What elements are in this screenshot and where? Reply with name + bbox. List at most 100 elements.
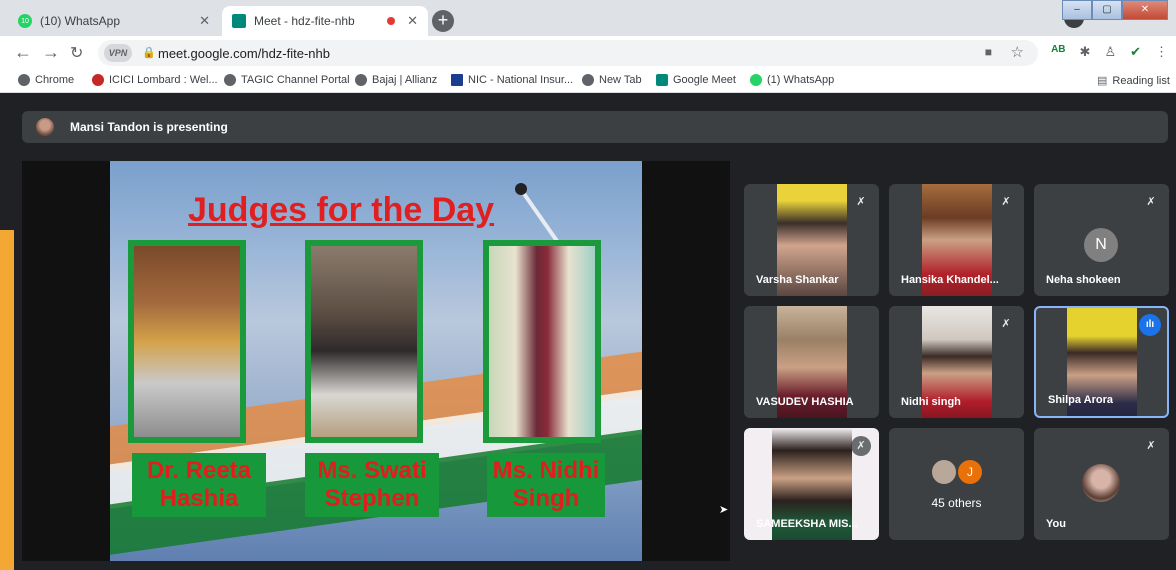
judge-name-label: Ms. Swati Stephen	[305, 453, 439, 517]
participant-tile[interactable]: ✗ Hansika Khandel...	[889, 184, 1024, 296]
participant-name: Hansika Khandel...	[901, 274, 999, 286]
participant-name: VASUDEV HASHIA	[756, 396, 854, 408]
bookmark-item[interactable]: (1) WhatsApp	[750, 74, 834, 86]
bookmark-label: Google Meet	[673, 74, 736, 86]
google-meet-icon	[656, 74, 668, 86]
globe-icon	[582, 74, 594, 86]
side-decoration	[0, 230, 14, 570]
bookmark-label: TAGIC Channel Portal	[241, 74, 350, 86]
participant-name: You	[1046, 518, 1066, 530]
close-tab-icon[interactable]: ✕	[407, 13, 418, 29]
presenter-avatar	[36, 118, 54, 136]
self-avatar	[1082, 464, 1120, 502]
bookmark-item[interactable]: Chrome	[18, 74, 74, 86]
lock-icon[interactable]: 🔒	[142, 46, 156, 59]
tab-title: (10) WhatsApp	[40, 14, 121, 28]
participant-tile[interactable]: ılı Shilpa Arora	[1034, 306, 1169, 418]
judge-photo	[128, 240, 246, 443]
presenting-text: Mansi Tandon is presenting	[70, 120, 228, 134]
participant-name: Shilpa Arora	[1048, 394, 1113, 406]
google-meet-icon	[232, 14, 246, 28]
reading-list-button[interactable]: ▤ Reading list	[1097, 74, 1170, 88]
forward-arrow-icon[interactable]: →	[42, 42, 60, 63]
muted-mic-icon: ✗	[1001, 318, 1011, 330]
bookmark-item[interactable]: New Tab	[582, 74, 642, 86]
speaking-indicator-icon: ılı	[1139, 314, 1161, 336]
tab-title: Meet - hdz-fite-nhb	[254, 14, 355, 28]
mouse-cursor-icon: ➤	[719, 504, 729, 516]
shield-icon[interactable]: ✔	[1130, 44, 1141, 60]
reading-list-label: Reading list	[1112, 74, 1170, 87]
bookmarks-bar: Chrome ICICI Lombard : Wel... TAGIC Chan…	[0, 70, 1176, 93]
icici-icon	[92, 74, 104, 86]
bookmark-item[interactable]: TAGIC Channel Portal	[224, 74, 350, 86]
others-avatar-photo	[932, 460, 956, 484]
profile-icon[interactable]: ♙	[1104, 44, 1116, 60]
reading-list-icon: ▤	[1097, 75, 1108, 87]
tab-strip: 10 (10) WhatsApp ✕ Meet - hdz-fite-nhb ✕…	[0, 0, 1176, 36]
whatsapp-icon	[750, 74, 762, 86]
judge-photo-image	[311, 246, 417, 437]
close-tab-icon[interactable]: ✕	[199, 13, 210, 29]
bookmark-item[interactable]: Google Meet	[656, 74, 736, 86]
participant-tile[interactable]: ✗ Varsha Shankar	[744, 184, 879, 296]
browser-toolbar: ← → ↻ VPN 🔒 meet.google.com/hdz-fite-nhb…	[0, 36, 1176, 70]
globe-icon	[224, 74, 236, 86]
window-controls: – ▢ ✕	[1062, 0, 1168, 20]
presentation-slide: Judges for the Day Dr. Reeta Hashia Ms. …	[110, 161, 642, 561]
muted-mic-icon: ✗	[996, 192, 1016, 212]
url-text[interactable]: meet.google.com/hdz-fite-nhb	[158, 46, 330, 61]
star-icon[interactable]: ☆	[1011, 43, 1024, 61]
muted-mic-icon: ✗	[1146, 196, 1156, 208]
back-arrow-icon[interactable]: ←	[14, 42, 32, 63]
puzzle-extensions-icon[interactable]: ✱	[1080, 44, 1091, 60]
flag-pole-top	[515, 183, 527, 195]
extension-badge-icon[interactable]: AB	[1051, 44, 1065, 60]
tab-meet[interactable]: Meet - hdz-fite-nhb ✕	[222, 6, 428, 36]
participant-tile[interactable]: J 45 others	[889, 428, 1024, 540]
minimize-button[interactable]: –	[1062, 0, 1092, 20]
muted-mic-icon: ✗	[851, 436, 871, 456]
others-count-label: 45 others	[931, 496, 982, 510]
bookmark-label: NIC - National Insur...	[468, 74, 574, 86]
bookmark-item[interactable]: Bajaj | Allianz	[355, 74, 437, 86]
chrome-icon	[18, 74, 30, 86]
participant-name: SAMEEKSHA MIS...	[756, 518, 858, 530]
presenting-banner: Mansi Tandon is presenting	[22, 111, 1168, 143]
vpn-badge[interactable]: VPN	[104, 44, 132, 62]
whatsapp-icon: 10	[18, 14, 32, 28]
participant-tile[interactable]: ✗ You	[1034, 428, 1169, 540]
extension-icons: AB ✱ ♙ ✔ ⋮	[1051, 44, 1168, 60]
participant-name: Nidhi singh	[901, 396, 961, 408]
slide-title: Judges for the Day	[188, 191, 495, 229]
participant-tile[interactable]: ✗ SAMEEKSHA MIS...	[744, 428, 879, 540]
muted-mic-icon: ✗	[851, 192, 871, 212]
bookmark-label: Bajaj | Allianz	[372, 74, 438, 86]
window-close-button[interactable]: ✕	[1122, 0, 1168, 20]
new-tab-button[interactable]: +	[432, 10, 454, 32]
participant-tile[interactable]: ✗ N Neha shokeen	[1034, 184, 1169, 296]
judge-name-label: Dr. Reeta Hashia	[132, 453, 266, 517]
judge-photo-image	[489, 246, 595, 437]
bookmark-label: (1) WhatsApp	[767, 74, 835, 86]
maximize-button[interactable]: ▢	[1092, 0, 1122, 20]
muted-mic-icon: ✗	[1146, 440, 1156, 452]
bookmark-item[interactable]: NIC - National Insur...	[451, 74, 573, 86]
participant-name: Varsha Shankar	[756, 274, 839, 286]
recording-indicator-icon	[387, 17, 396, 25]
nic-icon	[451, 74, 463, 86]
reload-icon[interactable]: ↻	[70, 43, 83, 63]
presentation-stage[interactable]: Judges for the Day Dr. Reeta Hashia Ms. …	[22, 161, 730, 561]
participant-tile[interactable]: ✗ Nidhi singh	[889, 306, 1024, 418]
camera-icon[interactable]: ■	[985, 45, 992, 59]
bookmark-label: ICICI Lombard : Wel...	[109, 74, 218, 86]
address-bar[interactable]: VPN 🔒 meet.google.com/hdz-fite-nhb ■ ☆	[98, 40, 1038, 66]
judge-name-label: Ms. Nidhi Singh	[487, 453, 605, 517]
judge-photo	[305, 240, 423, 443]
judge-photo	[483, 240, 601, 443]
menu-kebab-icon[interactable]: ⋮	[1155, 44, 1168, 60]
tab-whatsapp[interactable]: 10 (10) WhatsApp ✕	[8, 6, 220, 36]
participant-tile[interactable]: VASUDEV HASHIA	[744, 306, 879, 418]
bookmark-item[interactable]: ICICI Lombard : Wel...	[92, 74, 218, 86]
others-avatar-initial: J	[958, 460, 982, 484]
